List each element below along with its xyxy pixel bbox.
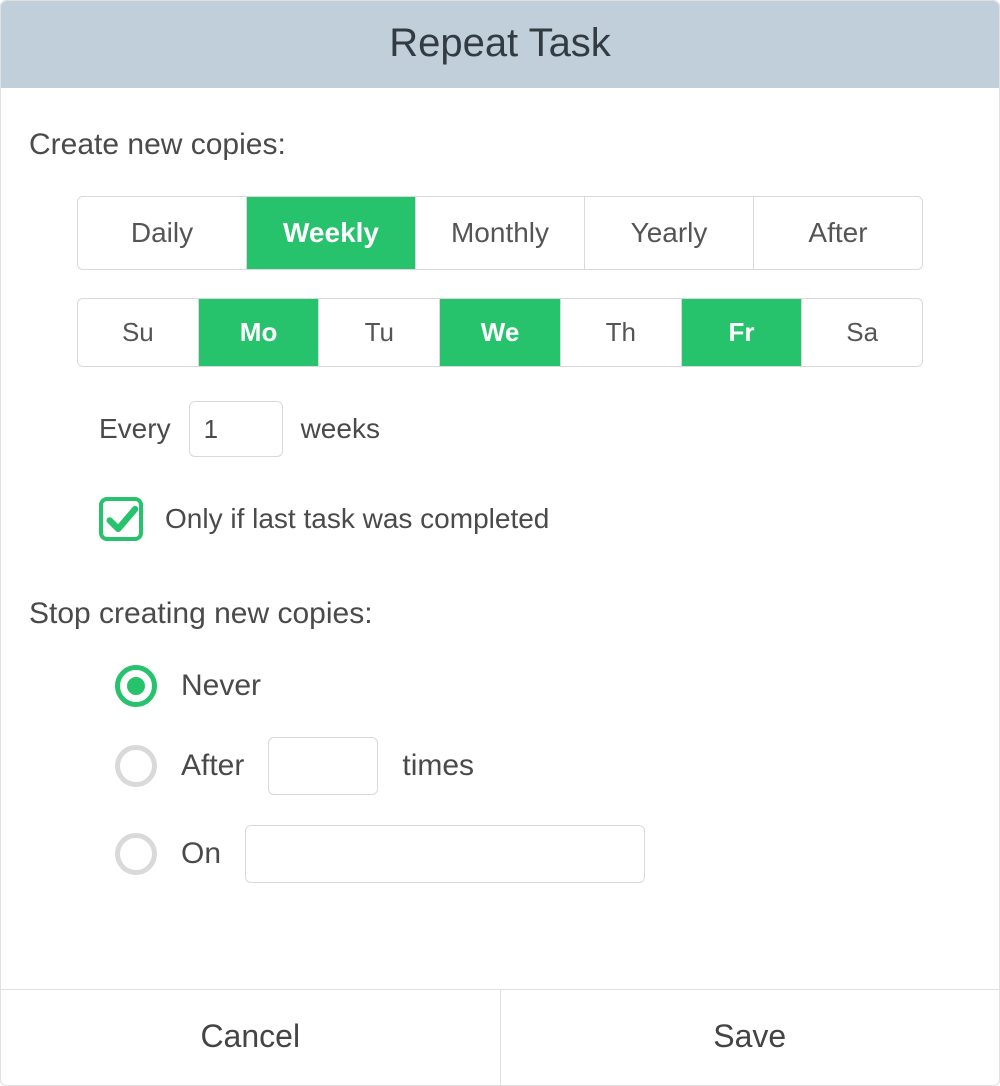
- every-suffix-label: weeks: [301, 413, 380, 445]
- weekday-option-sa[interactable]: Sa: [802, 299, 922, 366]
- stop-option-after-row: After times: [115, 737, 971, 795]
- weekday-option-su[interactable]: Su: [78, 299, 199, 366]
- weekday-option-fr[interactable]: Fr: [682, 299, 803, 366]
- dialog-content: Create new copies: DailyWeeklyMonthlyYea…: [1, 88, 999, 989]
- frequency-option-monthly[interactable]: Monthly: [416, 197, 585, 269]
- stop-option-never-row: Never: [115, 665, 971, 707]
- weekday-option-tu[interactable]: Tu: [319, 299, 440, 366]
- every-n-weeks-row: Every weeks: [99, 401, 971, 457]
- weekday-option-th[interactable]: Th: [561, 299, 682, 366]
- save-button[interactable]: Save: [501, 990, 1000, 1085]
- weekday-option-mo[interactable]: Mo: [199, 299, 320, 366]
- checkmark-icon: [104, 502, 138, 536]
- stop-option-never-label: Never: [181, 669, 261, 703]
- dialog-footer: Cancel Save: [1, 989, 999, 1085]
- frequency-option-daily[interactable]: Daily: [78, 197, 247, 269]
- stop-option-on-row: On: [115, 825, 971, 883]
- stop-option-after-prefix: After: [181, 749, 244, 783]
- stop-option-after-radio[interactable]: [115, 745, 157, 787]
- stop-option-on-input[interactable]: [245, 825, 645, 883]
- create-copies-label: Create new copies:: [29, 128, 971, 162]
- only-if-completed-label: Only if last task was completed: [165, 503, 549, 535]
- every-n-input[interactable]: [189, 401, 283, 457]
- only-if-completed-row: Only if last task was completed: [99, 497, 971, 541]
- stop-option-after-suffix: times: [402, 749, 474, 783]
- frequency-option-after[interactable]: After: [754, 197, 922, 269]
- stop-option-on-radio[interactable]: [115, 833, 157, 875]
- stop-option-after-input[interactable]: [268, 737, 378, 795]
- stop-option-never-radio[interactable]: [115, 665, 157, 707]
- stop-option-on-prefix: On: [181, 837, 221, 871]
- repeat-task-dialog: Repeat Task Create new copies: DailyWeek…: [0, 0, 1000, 1086]
- frequency-option-weekly[interactable]: Weekly: [247, 197, 416, 269]
- weekday-segmented-control[interactable]: SuMoTuWeThFrSa: [77, 298, 923, 367]
- stop-creating-label: Stop creating new copies:: [29, 597, 971, 631]
- frequency-option-yearly[interactable]: Yearly: [585, 197, 754, 269]
- frequency-segmented-control[interactable]: DailyWeeklyMonthlyYearlyAfter: [77, 196, 923, 270]
- only-if-completed-checkbox[interactable]: [99, 497, 143, 541]
- stop-options-group: Never After times On: [115, 665, 971, 883]
- cancel-button[interactable]: Cancel: [1, 990, 501, 1085]
- every-prefix-label: Every: [99, 413, 171, 445]
- weekday-option-we[interactable]: We: [440, 299, 561, 366]
- dialog-title: Repeat Task: [1, 1, 999, 88]
